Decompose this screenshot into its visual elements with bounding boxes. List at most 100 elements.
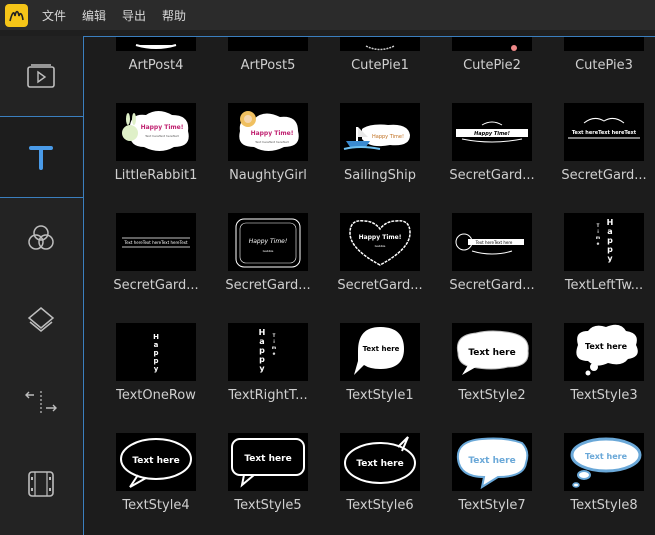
template-thumb-sailing-ship[interactable]: Happy Time!: [340, 103, 420, 161]
template-label[interactable]: ArtPost5: [218, 58, 318, 73]
template-label[interactable]: LittleRabbit1: [106, 168, 206, 183]
template-label[interactable]: TextStyle4: [106, 498, 206, 513]
svg-text:p: p: [607, 236, 613, 245]
film-element-icon: [28, 471, 54, 497]
active-tab-border-top: [0, 116, 83, 117]
svg-text:Text here: Text here: [585, 452, 628, 461]
template-thumb-text-style-4[interactable]: Text here: [116, 433, 196, 491]
sidebar-item-overlays[interactable]: [0, 280, 82, 360]
menu-edit[interactable]: 编辑: [82, 7, 106, 24]
template-label[interactable]: TextOneRow: [106, 388, 206, 403]
template-label[interactable]: SecretGard...: [442, 168, 542, 183]
svg-text:Happy Time!: Happy Time!: [251, 130, 294, 137]
template-thumb-secret-garden[interactable]: Happy Time!: [452, 103, 532, 161]
template-thumb-secret-garden[interactable]: Happy Time! Gabble: [228, 213, 308, 271]
svg-text:Text here: Text here: [363, 345, 400, 353]
template-label[interactable]: SecretGard...: [330, 278, 430, 293]
template-thumb[interactable]: [228, 37, 308, 51]
menu-help[interactable]: 帮助: [162, 7, 186, 24]
template-label[interactable]: SecretGard...: [218, 278, 318, 293]
svg-text:Happy Time!: Happy Time!: [249, 238, 288, 245]
svg-text:Text here: Text here: [244, 454, 291, 464]
svg-text:y: y: [259, 364, 265, 373]
sidebar-item-transitions[interactable]: [0, 362, 82, 442]
template-label[interactable]: TextStyle5: [218, 498, 318, 513]
template-thumb-text-style-3[interactable]: Text here: [564, 323, 644, 381]
template-thumb-text-one-row[interactable]: Happy: [116, 323, 196, 381]
svg-text:Text hereText hereText: Text hereText hereText: [254, 140, 289, 144]
overlay-layers-icon: [27, 307, 55, 332]
svg-text:Happy Time!: Happy Time!: [372, 134, 404, 140]
template-thumb-little-rabbit[interactable]: Happy Time! Text hereText hereText: [116, 103, 196, 161]
svg-text:p: p: [259, 346, 265, 355]
svg-text:H: H: [607, 218, 614, 227]
template-thumb-naughty-girl[interactable]: Happy Time! Text hereText hereText: [228, 103, 308, 161]
svg-text:m: m: [596, 235, 600, 240]
svg-text:i: i: [597, 229, 599, 234]
template-thumb[interactable]: [452, 37, 532, 51]
svg-text:Gabble: Gabble: [263, 249, 274, 253]
menu-file[interactable]: 文件: [42, 7, 66, 24]
template-thumb[interactable]: [116, 37, 196, 51]
svg-text:Text here: Text here: [585, 342, 628, 351]
svg-text:a: a: [259, 337, 264, 346]
svg-text:Text hereText here: Text hereText here: [475, 240, 513, 245]
template-thumb-text-style-5[interactable]: Text here: [228, 433, 308, 491]
template-label[interactable]: CutePie2: [442, 58, 542, 73]
template-label[interactable]: SecretGard...: [554, 168, 654, 183]
template-label[interactable]: TextLeftTw...: [554, 278, 654, 293]
svg-text:a: a: [154, 341, 159, 349]
sidebar-item-elements[interactable]: [0, 444, 82, 524]
template-label[interactable]: SecretGard...: [106, 278, 206, 293]
template-thumb-text-style-7[interactable]: Text here: [452, 433, 532, 491]
template-thumb-text-style-8[interactable]: Text here: [564, 433, 644, 491]
svg-text:Text hereText hereText hereTex: Text hereText hereText hereText: [123, 240, 188, 245]
template-label[interactable]: ArtPost4: [106, 58, 206, 73]
template-label[interactable]: TextStyle3: [554, 388, 654, 403]
media-play-icon: [27, 64, 55, 88]
svg-text:p: p: [153, 357, 158, 365]
svg-text:Text hereText hereText: Text hereText hereText: [572, 130, 637, 136]
template-label[interactable]: TextStyle7: [442, 498, 542, 513]
template-label[interactable]: SailingShip: [330, 168, 430, 183]
sidebar-item-text[interactable]: [0, 117, 82, 197]
template-thumb-secret-garden[interactable]: Text hereText here: [452, 213, 532, 271]
template-label[interactable]: NaughtyGirl: [218, 168, 318, 183]
template-label[interactable]: TextStyle1: [330, 388, 430, 403]
transition-arrows-icon: [25, 391, 57, 413]
svg-text:Gabble: Gabble: [375, 244, 386, 248]
svg-text:y: y: [607, 254, 613, 263]
template-thumb[interactable]: [564, 37, 644, 51]
template-thumb-text-right-two[interactable]: Happy Time: [228, 323, 308, 381]
svg-text:Text hereText hereText: Text hereText hereText: [144, 134, 179, 138]
svg-text:T: T: [273, 333, 276, 338]
svg-text:T: T: [597, 223, 600, 228]
sidebar-item-media[interactable]: [0, 36, 82, 116]
svg-text:Text here: Text here: [132, 456, 179, 466]
template-thumb-secret-garden[interactable]: Text hereText hereText: [564, 103, 644, 161]
app-logo-icon: [5, 4, 28, 27]
svg-text:y: y: [154, 365, 159, 373]
template-thumb-text-style-6[interactable]: Text here: [340, 433, 420, 491]
template-thumb-text-left-two[interactable]: Happy Time: [564, 213, 644, 271]
template-thumb-text-style-1[interactable]: Text here: [340, 323, 420, 381]
sidebar-item-filters[interactable]: [0, 198, 82, 278]
template-label[interactable]: CutePie3: [554, 58, 654, 73]
template-thumb-secret-garden[interactable]: Text hereText hereText hereText: [116, 213, 196, 271]
template-label[interactable]: CutePie1: [330, 58, 430, 73]
menu-export[interactable]: 导出: [122, 7, 146, 24]
template-grid: ArtPost4 ArtPost5 CutePie1 CutePie2 Cute…: [84, 37, 655, 535]
template-thumb-text-style-2[interactable]: Text here: [452, 323, 532, 381]
filters-circles-icon: [28, 225, 54, 250]
svg-text:Happy Time!: Happy Time!: [141, 124, 184, 131]
template-thumb[interactable]: [340, 37, 420, 51]
template-thumb-secret-garden[interactable]: Happy Time! Gabble: [340, 213, 420, 271]
template-label[interactable]: TextStyle2: [442, 388, 542, 403]
template-label[interactable]: SecretGard...: [442, 278, 542, 293]
svg-text:Text here: Text here: [356, 459, 403, 469]
template-label[interactable]: TextStyle6: [330, 498, 430, 513]
template-label[interactable]: TextRightT...: [218, 388, 318, 403]
sidebar: [0, 36, 82, 535]
svg-text:Text here: Text here: [468, 348, 515, 358]
template-label[interactable]: TextStyle8: [554, 498, 654, 513]
